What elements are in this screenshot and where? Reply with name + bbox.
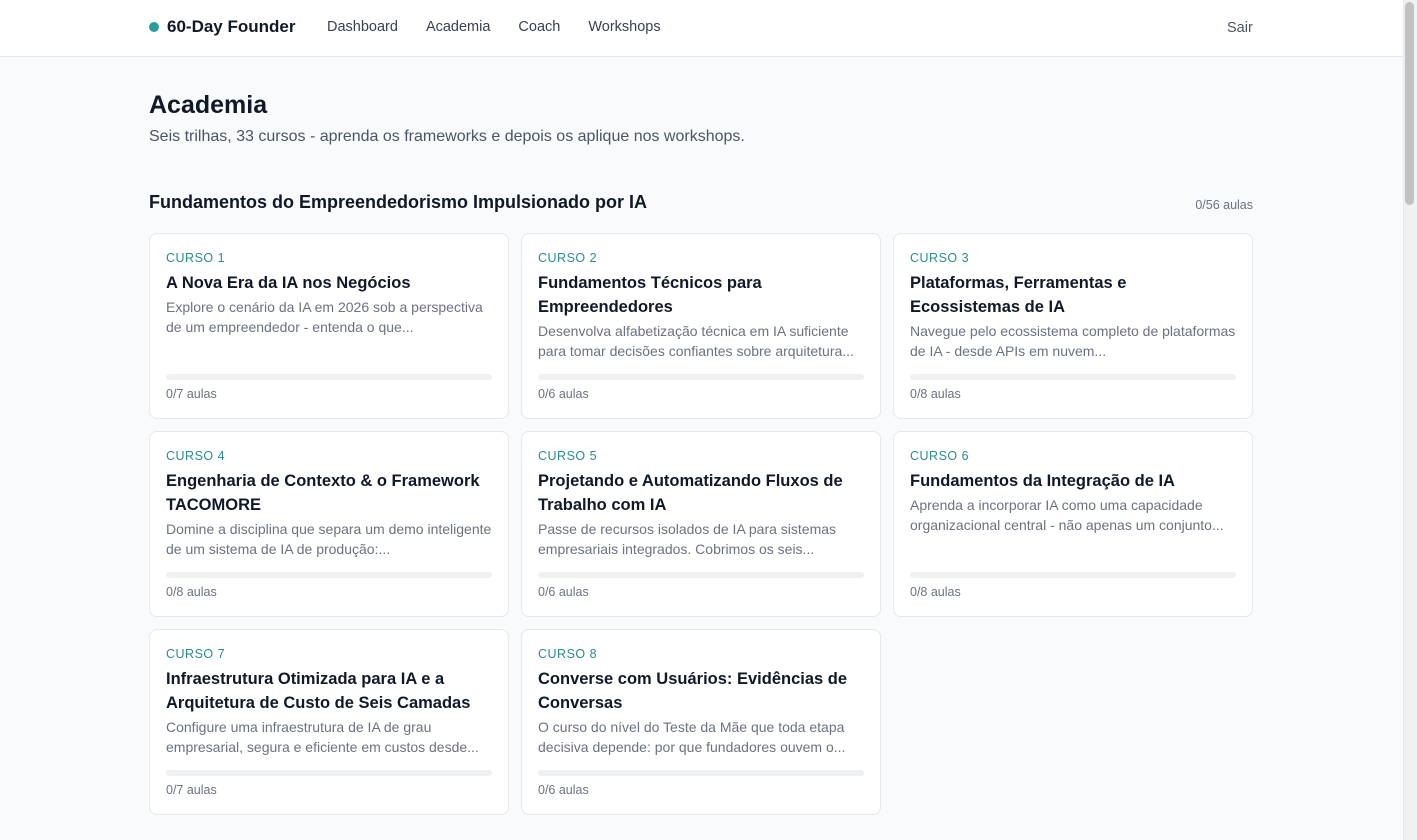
course-number: CURSO 2 bbox=[538, 251, 598, 265]
course-progress-bar bbox=[166, 572, 492, 578]
course-card[interactable]: CURSO 5 Projetando e Automatizando Fluxo… bbox=[521, 431, 881, 617]
course-card[interactable]: CURSO 1 A Nova Era da IA nos Negócios Ex… bbox=[149, 233, 509, 419]
course-lesson-count: 0/8 aulas bbox=[910, 387, 961, 401]
nav-workshops[interactable]: Workshops bbox=[588, 19, 660, 35]
course-title: Fundamentos da Integração de IA bbox=[910, 472, 1175, 490]
scrollbar-thumb[interactable] bbox=[1405, 2, 1414, 205]
course-lesson-count: 0/6 aulas bbox=[538, 783, 589, 797]
course-description: O curso do nível do Teste da Mãe que tod… bbox=[538, 719, 846, 755]
course-progress-bar bbox=[538, 572, 864, 578]
course-card[interactable]: CURSO 3 Plataformas, Ferramentas e Ecoss… bbox=[893, 233, 1253, 419]
course-lesson-count: 0/7 aulas bbox=[166, 387, 217, 401]
course-number: CURSO 7 bbox=[166, 647, 226, 661]
course-card[interactable]: CURSO 2 Fundamentos Técnicos para Empree… bbox=[521, 233, 881, 419]
brand-name: 60-Day Founder bbox=[167, 17, 296, 36]
course-title: Plataformas, Ferramentas e Ecossistemas … bbox=[910, 274, 1127, 316]
course-description: Passe de recursos isolados de IA para si… bbox=[538, 521, 837, 557]
track-title: Fundamentos do Empreendedorismo Impulsio… bbox=[149, 192, 648, 212]
course-description: Navegue pelo ecossistema completo de pla… bbox=[910, 323, 1236, 359]
course-grid: CURSO 1 A Nova Era da IA nos Negócios Ex… bbox=[149, 233, 1253, 815]
course-card[interactable]: CURSO 6 Fundamentos da Integração de IA … bbox=[893, 431, 1253, 617]
page-subtitle: Seis trilhas, 33 cursos - aprenda os fra… bbox=[149, 128, 745, 145]
track-lesson-count: 0/56 aulas bbox=[1195, 198, 1253, 212]
course-progress-bar bbox=[166, 770, 492, 776]
course-lesson-count: 0/6 aulas bbox=[538, 387, 589, 401]
course-progress-bar bbox=[538, 770, 864, 776]
course-description: Desenvolva alfabetização técnica em IA s… bbox=[538, 323, 854, 359]
course-title: Projetando e Automatizando Fluxos de Tra… bbox=[538, 472, 843, 514]
brand-dot-icon bbox=[149, 22, 159, 32]
page-title: Academia bbox=[149, 91, 268, 119]
brand-logo[interactable]: 60-Day Founder bbox=[149, 17, 295, 37]
course-progress-bar bbox=[166, 374, 492, 380]
course-description: Domine a disciplina que separa um demo i… bbox=[166, 521, 492, 557]
course-card[interactable]: CURSO 8 Converse com Usuários: Evidência… bbox=[521, 629, 881, 815]
nav-coach[interactable]: Coach bbox=[518, 19, 560, 35]
course-lesson-count: 0/7 aulas bbox=[166, 783, 217, 797]
top-navigation-bar: 60-Day Founder Dashboard Academia Coach … bbox=[0, 0, 1403, 57]
course-number: CURSO 1 bbox=[166, 251, 226, 265]
course-title: Engenharia de Contexto & o Framework TAC… bbox=[166, 472, 480, 514]
main-nav: Dashboard Academia Coach Workshops bbox=[327, 19, 661, 35]
course-lesson-count: 0/6 aulas bbox=[538, 585, 589, 599]
course-number: CURSO 3 bbox=[910, 251, 970, 265]
course-lesson-count: 0/8 aulas bbox=[910, 585, 961, 599]
course-progress-bar bbox=[910, 374, 1236, 380]
course-number: CURSO 4 bbox=[166, 449, 226, 463]
course-title: Fundamentos Técnicos para Empreendedores bbox=[538, 274, 762, 316]
course-progress-bar bbox=[538, 374, 864, 380]
course-card[interactable]: CURSO 7 Infraestrutura Otimizada para IA… bbox=[149, 629, 509, 815]
course-number: CURSO 8 bbox=[538, 647, 598, 661]
nav-dashboard[interactable]: Dashboard bbox=[327, 19, 398, 35]
course-title: A Nova Era da IA nos Negócios bbox=[166, 274, 411, 292]
course-description: Explore o cenário da IA em 2026 sob a pe… bbox=[166, 299, 483, 335]
course-number: CURSO 6 bbox=[910, 449, 970, 463]
nav-academia[interactable]: Academia bbox=[426, 19, 490, 35]
course-lesson-count: 0/8 aulas bbox=[166, 585, 217, 599]
course-title: Infraestrutura Otimizada para IA e a Arq… bbox=[166, 670, 471, 712]
course-card[interactable]: CURSO 4 Engenharia de Contexto & o Frame… bbox=[149, 431, 509, 617]
course-description: Configure uma infraestrutura de IA de gr… bbox=[166, 719, 479, 755]
course-description: Aprenda a incorporar IA como uma capacid… bbox=[910, 497, 1224, 533]
course-number: CURSO 5 bbox=[538, 449, 598, 463]
logout-link[interactable]: Sair bbox=[1227, 20, 1253, 36]
course-title: Converse com Usuários: Evidências de Con… bbox=[538, 670, 848, 712]
course-progress-bar bbox=[910, 572, 1236, 578]
